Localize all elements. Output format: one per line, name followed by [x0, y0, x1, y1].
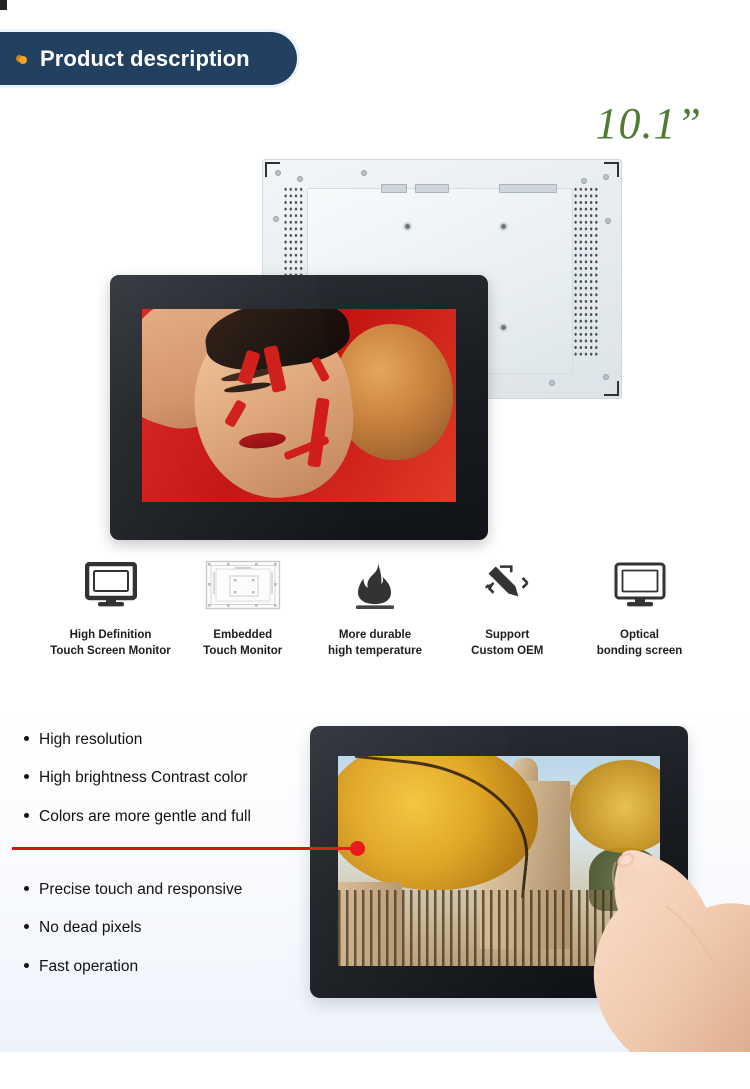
list-item-label: Colors are more gentle and full	[39, 807, 251, 825]
io-connector	[415, 184, 449, 193]
list-item: No dead pixels	[24, 918, 314, 937]
hero-product-image	[0, 110, 750, 550]
chassis-screw	[603, 174, 609, 180]
feature-label: Optical bonding screen	[596, 629, 683, 657]
corner-artifact	[0, 0, 7, 10]
feature-support-custom-oem: Support Custom OEM	[445, 556, 570, 659]
vesa-mount-hole	[499, 222, 508, 231]
bullet-dot-icon	[24, 924, 29, 930]
io-connector	[499, 184, 557, 193]
bullet-dot-icon	[24, 812, 29, 818]
feature-label: Support Custom OEM	[471, 629, 544, 657]
list-item-label: High resolution	[39, 731, 143, 748]
monitor-icon	[84, 556, 137, 614]
feature-label: More durable high temperature	[328, 629, 422, 657]
front-monitor-display	[110, 275, 488, 540]
list-item: High brightness Contrast color	[24, 768, 314, 787]
list-item: Colors are more gentle and full	[24, 807, 314, 826]
chassis-screw	[361, 170, 367, 176]
io-connector	[381, 184, 407, 193]
vesa-mount-hole	[499, 323, 508, 332]
pointer-line	[12, 847, 358, 850]
bullet-dot-icon	[24, 774, 29, 780]
list-item: Precise touch and responsive	[24, 880, 314, 899]
feature-optical-bonding-screen: Optical bonding screen	[577, 556, 702, 659]
chassis-screw	[549, 380, 555, 386]
list-item: High resolution	[24, 730, 314, 749]
feature-icon-row: High Definition Touch Screen Monitor Emb…	[0, 556, 750, 659]
product-description-banner: Product description	[0, 32, 297, 85]
chassis-screw	[275, 170, 281, 176]
bullet-dot-icon	[24, 736, 29, 741]
feature-label: Embedded Touch Monitor	[203, 629, 283, 657]
screen-artwork-hair-volume	[333, 324, 453, 460]
monitor-outline-icon	[614, 556, 666, 614]
chassis-screw	[273, 216, 279, 222]
lower-feature-section: High resolution High brightness Contrast…	[0, 708, 750, 1052]
chassis-screw	[581, 178, 587, 184]
orange-dot-icon	[16, 54, 27, 64]
list-item: Fast operation	[24, 957, 314, 976]
page-title: Product description	[40, 45, 250, 71]
pointing-hand	[593, 850, 750, 1052]
chassis-screw	[603, 374, 609, 380]
embedded-panel-icon	[205, 556, 281, 614]
chassis-screw	[605, 218, 611, 224]
chassis-corner-bracket	[604, 381, 619, 396]
feature-more-durable-high-temperature: More durable high temperature	[313, 556, 438, 659]
bullet-list-top: High resolution High brightness Contrast…	[24, 730, 314, 845]
feature-high-definition-touch-screen-monitor: High Definition Touch Screen Monitor	[48, 556, 173, 659]
pointer-dot	[350, 841, 365, 856]
bullet-dot-icon	[24, 886, 29, 891]
bullet-dot-icon	[24, 962, 29, 968]
feature-label: High Definition Touch Screen Monitor	[50, 629, 171, 657]
list-item-label: High brightness Contrast color	[39, 769, 248, 787]
bullet-list-bottom: Precise touch and responsive No dead pix…	[24, 880, 314, 995]
pencil-ruler-icon	[482, 556, 532, 614]
list-item-label: Fast operation	[39, 957, 139, 975]
front-monitor-screen	[142, 309, 456, 502]
chassis-screw	[297, 176, 303, 182]
flame-icon	[353, 556, 397, 614]
list-item-label: Precise touch and responsive	[39, 881, 243, 898]
vesa-mount-hole	[403, 222, 412, 231]
ventilation-holes	[573, 186, 599, 358]
feature-embedded-touch-monitor: Embedded Touch Monitor	[180, 556, 305, 659]
list-item-label: No dead pixels	[39, 919, 142, 937]
